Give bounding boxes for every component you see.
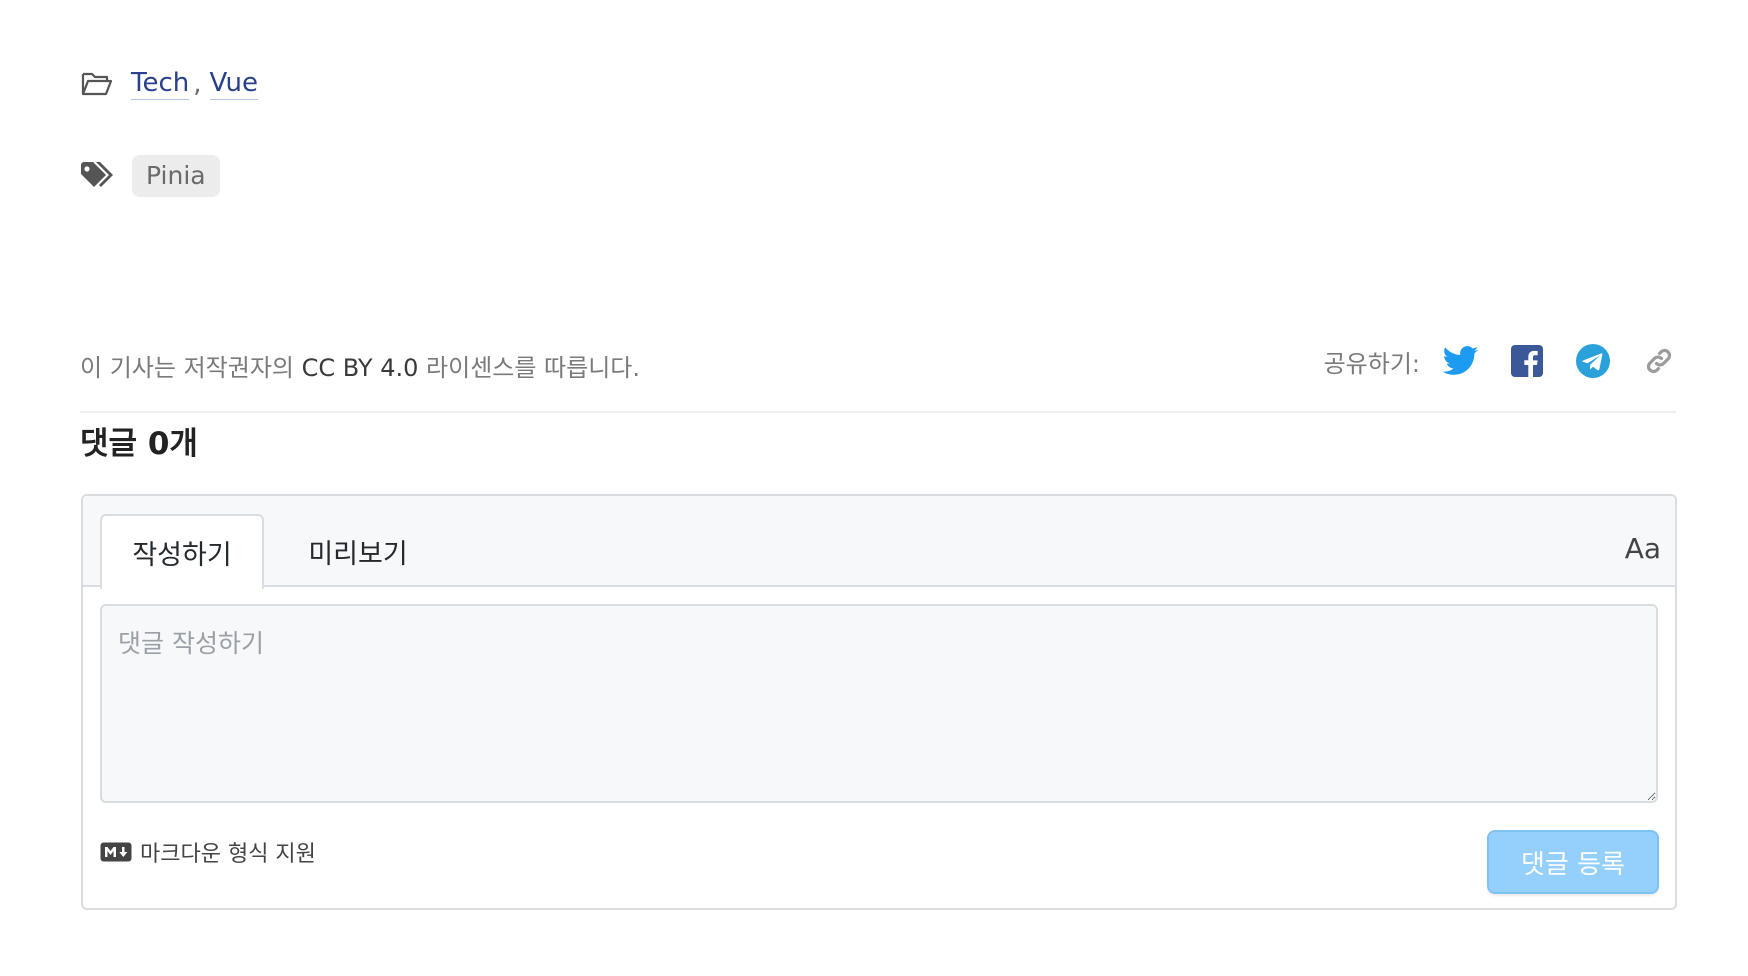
tab-write[interactable]: 작성하기: [100, 514, 264, 589]
share-label: 공유하기:: [1323, 349, 1420, 378]
markdown-support-hint: 마크다운 형식 지원: [100, 836, 316, 868]
text-style-toggle[interactable]: Aa: [1625, 532, 1661, 565]
tab-preview[interactable]: 미리보기: [283, 514, 433, 589]
license-name[interactable]: CC BY 4.0: [302, 354, 419, 382]
markdown-hint-text: 마크다운 형식 지원: [140, 842, 316, 867]
markdown-icon: [100, 842, 132, 862]
section-divider: [80, 411, 1676, 413]
comment-editor: 작성하기 미리보기 Aa 마크다운 형식 지원 댓글 등록: [81, 494, 1677, 910]
license-suffix: 라이센스를 따릅니다.: [426, 354, 641, 382]
comments-count-title: 댓글 0개: [80, 426, 198, 462]
license-notice: 이 기사는 저작권자의 CC BY 4.0 라이센스를 따릅니다.: [80, 348, 640, 383]
license-prefix: 이 기사는 저작권자의: [80, 354, 294, 382]
share-bar: 공유하기:: [1324, 342, 1678, 380]
folder-open-icon: [81, 71, 113, 97]
telegram-icon[interactable]: [1574, 342, 1612, 380]
category-link-vue[interactable]: Vue: [209, 68, 258, 100]
post-footer: Tech , Vue Pinia 이 기사는 저작권자의 CC BY 4.0 라…: [0, 0, 1748, 976]
tags-icon: [80, 161, 116, 191]
category-link-tech[interactable]: Tech: [131, 68, 190, 100]
category-separator: ,: [193, 69, 202, 99]
twitter-icon[interactable]: [1442, 342, 1480, 380]
facebook-icon[interactable]: [1508, 342, 1546, 380]
comment-input[interactable]: [100, 604, 1658, 803]
tags-row: Pinia: [80, 155, 220, 197]
categories-row: Tech , Vue: [81, 64, 258, 104]
editor-tab-bar: 작성하기 미리보기 Aa: [83, 496, 1675, 589]
link-icon[interactable]: [1640, 342, 1678, 380]
tag-pill-pinia[interactable]: Pinia: [132, 155, 220, 197]
submit-comment-button[interactable]: 댓글 등록: [1487, 830, 1659, 894]
